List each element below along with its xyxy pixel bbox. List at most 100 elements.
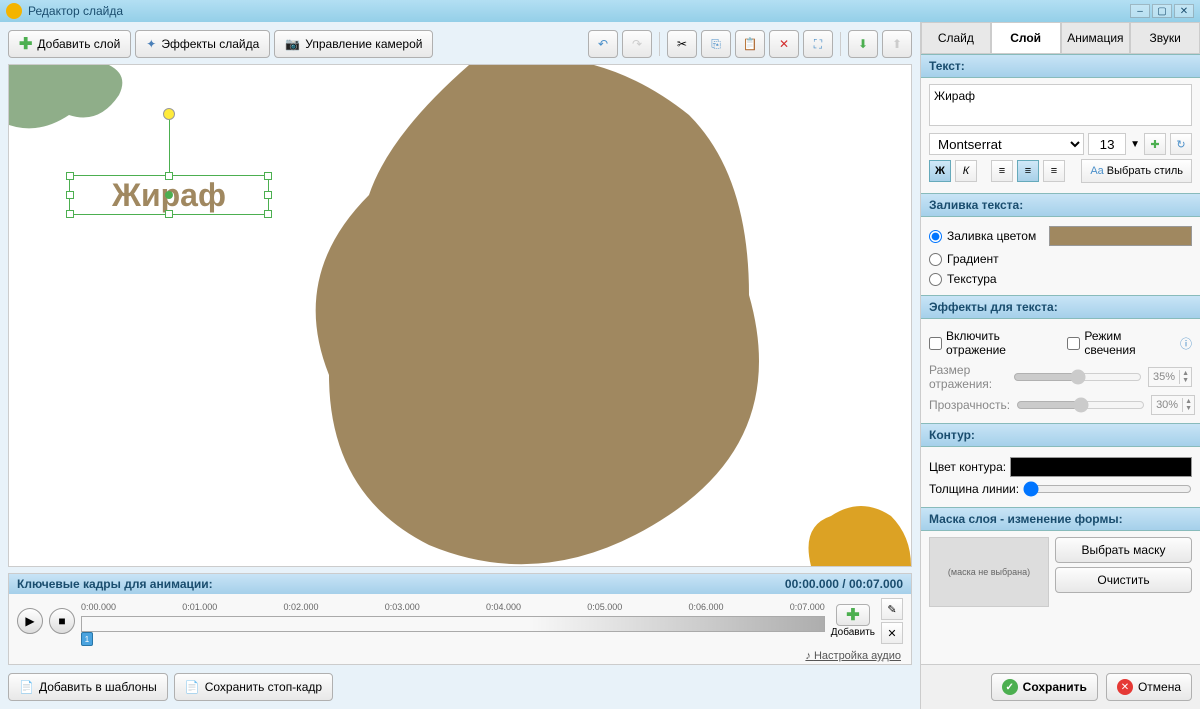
tab-layer[interactable]: Слой	[991, 22, 1061, 53]
main-toolbar: ✚Добавить слой ✦Эффекты слайда 📷Управлен…	[8, 30, 912, 58]
add-layer-button[interactable]: ✚Добавить слой	[8, 30, 131, 58]
add-to-templates-button[interactable]: 📄 Добавить в шаблоны	[8, 673, 168, 701]
fill-color-radio[interactable]	[929, 230, 942, 243]
resize-handle-bl[interactable]	[66, 210, 74, 218]
delete-icon: ✕	[779, 37, 789, 51]
titlebar: Редактор слайда – ▢ ✕	[0, 0, 1200, 22]
camera-icon: 📷	[285, 37, 300, 51]
puzzle-icon: ✦	[146, 37, 156, 51]
text-input[interactable]: Жираф	[929, 84, 1192, 126]
line-width-slider[interactable]	[1023, 481, 1192, 497]
camera-control-button[interactable]: 📷Управление камерой	[274, 30, 433, 58]
app-icon	[6, 3, 22, 19]
fill-gradient-radio[interactable]	[929, 253, 942, 266]
play-button[interactable]: ▶	[17, 608, 43, 634]
cancel-button[interactable]: ✕Отмена	[1106, 673, 1192, 701]
slide-effects-button[interactable]: ✦Эффекты слайда	[135, 30, 270, 58]
rotate-line	[169, 116, 170, 172]
stop-button[interactable]: ■	[49, 608, 75, 634]
shape-brown-blob	[269, 64, 809, 567]
transparency-slider[interactable]	[1016, 397, 1145, 413]
resize-handle-tm[interactable]	[165, 172, 173, 180]
center-handle[interactable]	[165, 191, 173, 199]
paste-button[interactable]: 📋	[735, 30, 765, 58]
fit-button[interactable]: ⛶	[803, 30, 833, 58]
transparency-label: Прозрачность:	[929, 398, 1010, 412]
cut-button[interactable]: ✂	[667, 30, 697, 58]
reflection-size-label: Размер отражения:	[929, 363, 1007, 391]
audio-settings-link[interactable]: ♪ Настройка аудио	[9, 648, 911, 664]
reflection-size-slider[interactable]	[1013, 369, 1142, 385]
redo-button[interactable]: ↷	[622, 30, 652, 58]
arrow-up-icon: ⬆	[892, 37, 902, 51]
undo-icon: ↶	[598, 37, 608, 51]
undo-button[interactable]: ↶	[588, 30, 618, 58]
keyframe-marker[interactable]: 1	[81, 632, 93, 646]
maximize-button[interactable]: ▢	[1152, 4, 1172, 18]
choose-style-button[interactable]: AaВыбрать стиль	[1081, 159, 1192, 183]
italic-button[interactable]: К	[955, 160, 977, 182]
plus-icon: ✚	[846, 605, 859, 625]
copy-icon: ⎘	[711, 37, 721, 52]
clear-mask-button[interactable]: Очистить	[1055, 567, 1192, 593]
timeline-ruler[interactable]: 0:00.0000:01.0000:02.0000:03.0000:04.000…	[81, 602, 825, 640]
rotate-handle[interactable]	[163, 108, 175, 120]
edit-keyframe-button[interactable]: ✎	[881, 598, 903, 620]
resize-handle-tl[interactable]	[66, 172, 74, 180]
fill-texture-radio[interactable]	[929, 273, 942, 286]
select-mask-button[interactable]: Выбрать маску	[1055, 537, 1192, 563]
tab-sounds[interactable]: Звуки	[1130, 22, 1200, 53]
scissors-icon: ✂	[677, 37, 687, 51]
move-up-button[interactable]: ⬆	[882, 30, 912, 58]
tab-animation[interactable]: Анимация	[1061, 22, 1131, 53]
help-icon[interactable]: ⓘ	[1180, 335, 1192, 352]
tab-slide[interactable]: Слайд	[921, 22, 991, 53]
keyframes-time: 00:00.000 / 00:07.000	[785, 577, 903, 591]
contour-color-swatch[interactable]	[1010, 457, 1192, 477]
move-down-button[interactable]: ⬇	[848, 30, 878, 58]
fit-icon: ⛶	[814, 37, 822, 52]
resize-handle-br[interactable]	[264, 210, 272, 218]
section-effects-header: Эффекты для текста:	[921, 295, 1200, 319]
section-fill-header: Заливка текста:	[921, 193, 1200, 217]
font-refresh-button[interactable]: ↻	[1170, 133, 1192, 155]
paste-icon: 📋	[743, 37, 758, 51]
section-text-header: Текст:	[921, 54, 1200, 78]
canvas[interactable]: Жираф	[8, 64, 912, 567]
shape-green-blob	[9, 65, 139, 155]
close-button[interactable]: ✕	[1174, 4, 1194, 18]
add-keyframe-button[interactable]: ✚	[836, 604, 870, 626]
text-object[interactable]: Жираф	[69, 175, 269, 215]
tools-keyframe-button[interactable]: ✕	[881, 622, 903, 644]
resize-handle-ml[interactable]	[66, 191, 74, 199]
bold-button[interactable]: Ж	[929, 160, 951, 182]
redo-icon: ↷	[632, 37, 642, 51]
delete-button[interactable]: ✕	[769, 30, 799, 58]
fill-color-swatch[interactable]	[1049, 226, 1192, 246]
minimize-button[interactable]: –	[1130, 4, 1150, 18]
font-size-input[interactable]	[1088, 133, 1126, 155]
copy-button[interactable]: ⎘	[701, 30, 731, 58]
window-title: Редактор слайда	[28, 4, 123, 18]
keyframes-panel: Ключевые кадры для анимации: 00:00.000 /…	[8, 573, 912, 665]
keyframes-title: Ключевые кадры для анимации:	[17, 577, 213, 591]
align-left-button[interactable]: ≡	[991, 160, 1013, 182]
check-icon: ✓	[1002, 679, 1018, 695]
plus-icon: ✚	[19, 34, 32, 54]
section-mask-header: Маска слоя - изменение формы:	[921, 507, 1200, 531]
font-select[interactable]: Montserrat	[929, 133, 1084, 155]
save-button[interactable]: ✓Сохранить	[991, 673, 1098, 701]
shape-yellow-blob	[791, 486, 911, 566]
resize-handle-mr[interactable]	[264, 191, 272, 199]
glow-checkbox[interactable]	[1067, 337, 1080, 350]
align-center-button[interactable]: ≡	[1017, 160, 1039, 182]
reflection-checkbox[interactable]	[929, 337, 942, 350]
mask-preview: (маска не выбрана)	[929, 537, 1049, 607]
section-contour-header: Контур:	[921, 423, 1200, 447]
tabs: Слайд Слой Анимация Звуки	[921, 22, 1200, 54]
font-add-button[interactable]: ✚	[1144, 133, 1166, 155]
resize-handle-tr[interactable]	[264, 172, 272, 180]
align-right-button[interactable]: ≡	[1043, 160, 1065, 182]
save-frame-button[interactable]: 📄 Сохранить стоп-кадр	[174, 673, 333, 701]
resize-handle-bm[interactable]	[165, 210, 173, 218]
